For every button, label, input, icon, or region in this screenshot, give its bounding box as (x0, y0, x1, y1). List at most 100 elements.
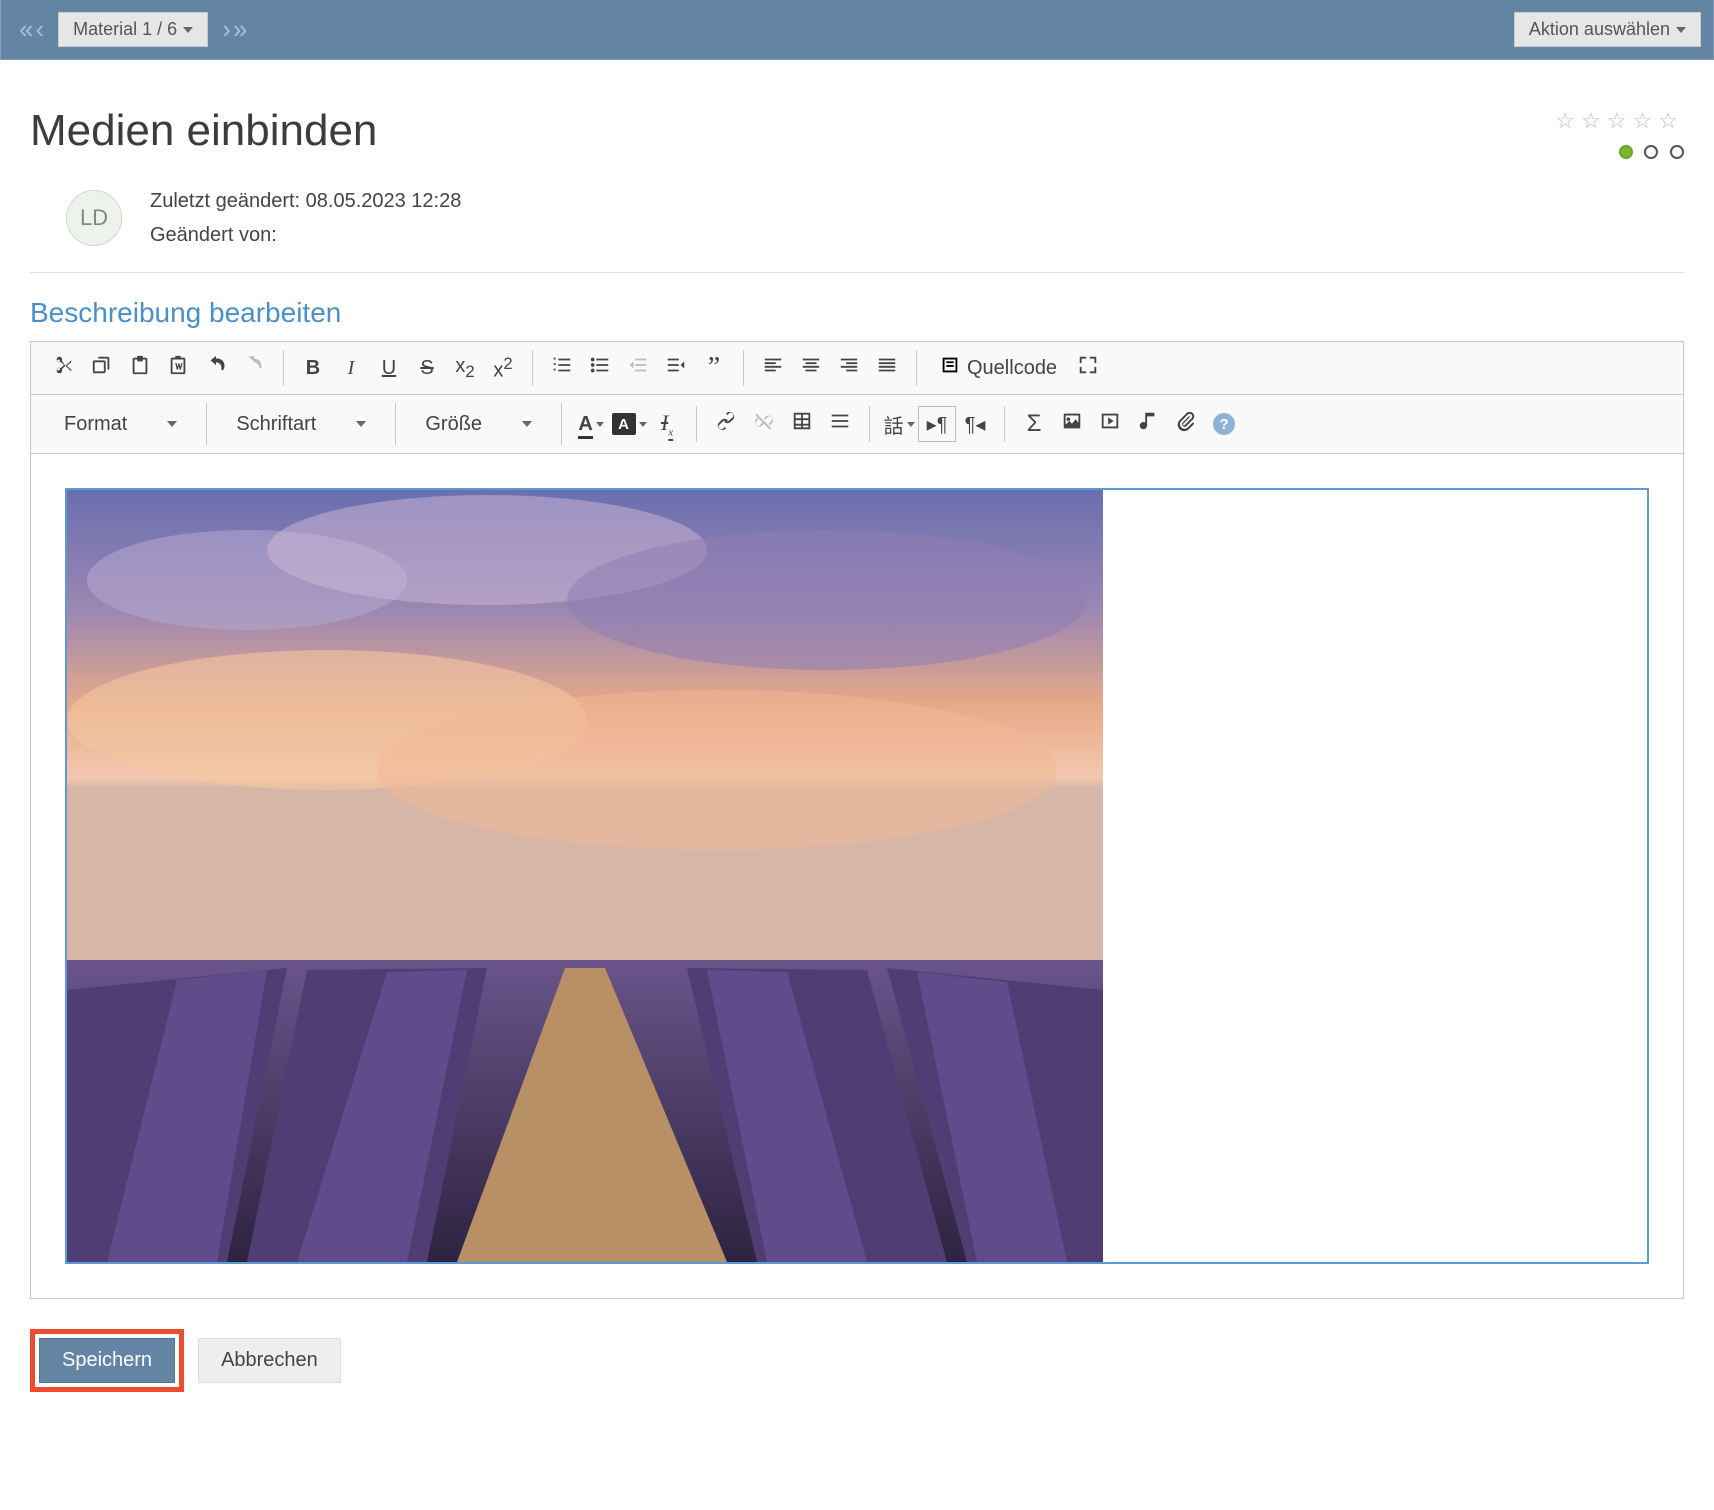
superscript-icon: x2 (493, 354, 512, 383)
hr-icon (829, 410, 851, 438)
meta-text: Zuletzt geändert: 08.05.2023 12:28 Geänd… (150, 184, 461, 252)
language-button[interactable]: 話 (880, 406, 918, 442)
maximize-icon (1077, 354, 1099, 382)
paste-word-button[interactable] (159, 350, 197, 386)
source-button[interactable]: Quellcode (927, 350, 1069, 386)
underline-icon: U (382, 357, 396, 380)
link-button[interactable] (707, 406, 745, 442)
align-justify-icon (876, 354, 898, 382)
format-dropdown[interactable]: Format (45, 403, 196, 445)
editor-toolbar-row2: Format Schriftart Größe A (31, 395, 1683, 454)
footer-buttons: Speichern Abbrechen (30, 1329, 1684, 1392)
nav-first-prev[interactable]: « ‹ (13, 14, 50, 45)
strike-icon: S (420, 357, 433, 380)
bg-color-button[interactable]: A (610, 406, 648, 442)
font-label: Schriftart (236, 413, 316, 436)
strike-button[interactable]: S (408, 350, 446, 386)
outdent-button[interactable] (619, 350, 657, 386)
copy-icon (91, 354, 113, 382)
subscript-button[interactable]: x2 (446, 350, 484, 386)
indent-icon (665, 354, 687, 382)
source-label: Quellcode (967, 357, 1057, 380)
maximize-button[interactable] (1069, 350, 1107, 386)
rating-stars[interactable]: ☆☆☆☆☆ (1555, 108, 1684, 134)
font-dropdown[interactable]: Schriftart (217, 403, 385, 445)
table-button[interactable] (783, 406, 821, 442)
editor-whitespace[interactable] (1103, 490, 1647, 1262)
source-icon (939, 354, 961, 382)
status-circle-active (1619, 145, 1633, 159)
chevron-down-icon (639, 422, 647, 427)
avatar-initials: LD (80, 205, 108, 231)
save-button[interactable]: Speichern (39, 1338, 175, 1383)
last-modified-value: 08.05.2023 12:28 (306, 190, 462, 212)
editor-canvas[interactable] (31, 454, 1683, 1298)
attachment-button[interactable] (1167, 406, 1205, 442)
indent-button[interactable] (657, 350, 695, 386)
format-label: Format (64, 413, 127, 436)
chevron-down-icon (907, 422, 915, 427)
unlink-icon (753, 410, 775, 438)
italic-button[interactable]: I (332, 350, 370, 386)
align-right-button[interactable] (830, 350, 868, 386)
size-dropdown[interactable]: Größe (406, 403, 551, 445)
hr-button[interactable] (821, 406, 859, 442)
text-color-icon: A (578, 413, 592, 436)
link-icon (715, 410, 737, 438)
cut-button[interactable] (45, 350, 83, 386)
blockquote-button[interactable]: ” (695, 350, 733, 386)
text-color-button[interactable]: A (572, 406, 610, 442)
paste-button[interactable] (121, 350, 159, 386)
unlink-button[interactable] (745, 406, 783, 442)
numbered-list-button[interactable] (543, 350, 581, 386)
direction-ltr-button[interactable]: ¶◂ (956, 406, 994, 442)
formula-button[interactable]: Σ (1015, 406, 1053, 442)
inserted-image-selection[interactable] (65, 488, 1649, 1264)
align-left-button[interactable] (754, 350, 792, 386)
rich-text-editor: B I U S x2 x2 (30, 341, 1684, 1299)
direction-rtl-button[interactable]: ▸¶ (918, 406, 956, 442)
redo-button[interactable] (235, 350, 273, 386)
modified-by-label: Geändert von: (150, 224, 277, 246)
paste-word-icon (167, 354, 189, 382)
chevron-down-icon (356, 421, 366, 427)
editor-toolbar-row1: B I U S x2 x2 (31, 342, 1683, 395)
cancel-button[interactable]: Abbrechen (198, 1338, 341, 1383)
size-label: Größe (425, 413, 482, 436)
help-button[interactable]: ? (1205, 406, 1243, 442)
sigma-icon: Σ (1027, 410, 1042, 438)
action-dropdown[interactable]: Aktion auswählen (1514, 12, 1701, 47)
chevron-down-icon (183, 27, 193, 33)
copy-button[interactable] (83, 350, 121, 386)
material-dropdown[interactable]: Material 1 / 6 (58, 12, 208, 47)
save-highlight: Speichern (30, 1329, 184, 1392)
pilcrow-ltr-icon: ¶◂ (965, 412, 986, 437)
align-center-button[interactable] (792, 350, 830, 386)
undo-button[interactable] (197, 350, 235, 386)
topbar-left: « ‹ Material 1 / 6 › » (13, 12, 253, 47)
status-circle (1644, 145, 1658, 159)
paste-icon (129, 354, 151, 382)
underline-button[interactable]: U (370, 350, 408, 386)
redo-icon (243, 354, 265, 382)
top-bar: « ‹ Material 1 / 6 › » Aktion auswählen (0, 0, 1714, 60)
bold-button[interactable]: B (294, 350, 332, 386)
bullet-list-button[interactable] (581, 350, 619, 386)
superscript-button[interactable]: x2 (484, 350, 522, 386)
audio-button[interactable] (1129, 406, 1167, 442)
nav-next-last[interactable]: › » (216, 14, 253, 45)
chevron-down-icon (167, 421, 177, 427)
align-right-icon (838, 354, 860, 382)
remove-format-button[interactable]: Ix (648, 406, 686, 442)
status-circles (1555, 142, 1684, 165)
bg-color-icon: A (612, 413, 636, 435)
pilcrow-rtl-icon: ▸¶ (927, 412, 948, 437)
action-dropdown-label: Aktion auswählen (1529, 19, 1670, 40)
language-icon: 話 (884, 410, 904, 439)
video-button[interactable] (1091, 406, 1129, 442)
align-justify-button[interactable] (868, 350, 906, 386)
inserted-image[interactable] (67, 490, 1103, 1262)
avatar: LD (66, 190, 122, 246)
image-button[interactable] (1053, 406, 1091, 442)
image-icon (1061, 410, 1083, 438)
